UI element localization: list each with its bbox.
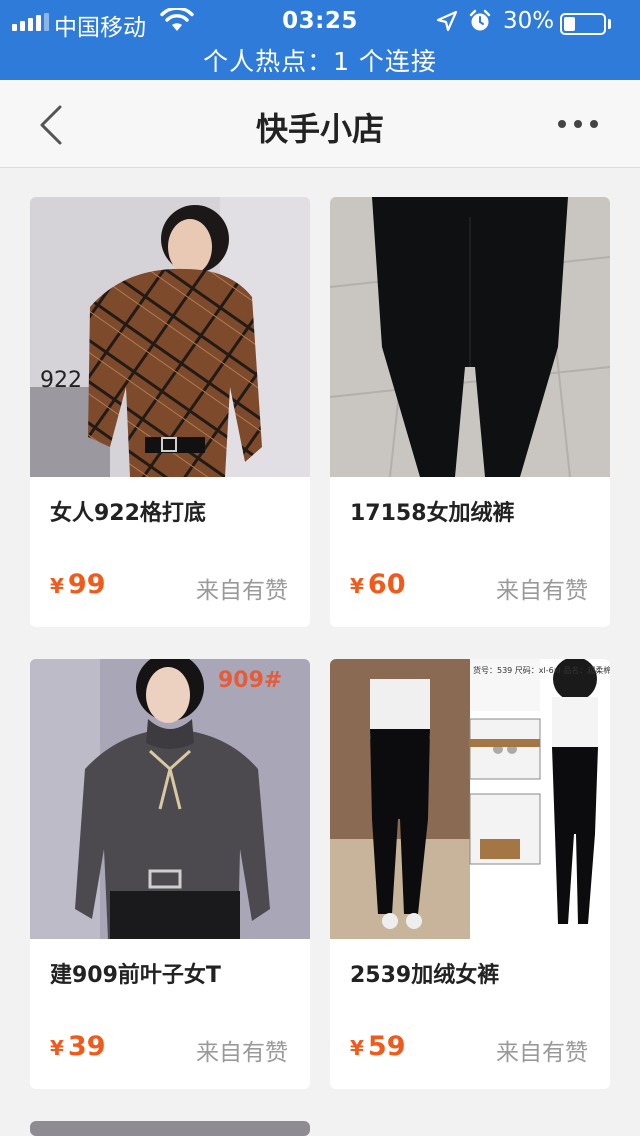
grey-top-icon[interactable]: 909# — [30, 659, 310, 939]
status-bar: 中国移动 03:25 30% 个人热点：1 个连接 — [0, 0, 640, 80]
currency-symbol: ¥ — [50, 1036, 64, 1060]
product-price: ¥60 — [350, 569, 406, 600]
nav-bar: 快手小店 — [0, 80, 640, 168]
product-source: 来自有赞 — [196, 1040, 288, 1066]
product-card[interactable]: 909# 建909前叶子女T ¥39 来自有赞 — [30, 659, 310, 1089]
product-source: 来自有赞 — [496, 1040, 588, 1066]
product-source: 来自有赞 — [496, 578, 588, 604]
alarm-clock-icon — [469, 9, 491, 31]
product-source: 来自有赞 — [196, 578, 288, 604]
more-options-icon[interactable] — [558, 120, 598, 128]
battery-percent: 30% — [503, 8, 555, 34]
product-name[interactable]: 17158女加绒裤 — [350, 495, 515, 527]
product-name[interactable]: 2539加绒女裤 — [350, 957, 499, 989]
product-image-partial — [30, 1121, 310, 1136]
product-card-partial[interactable] — [30, 1121, 310, 1136]
product-price: ¥59 — [350, 1031, 406, 1062]
product-card[interactable]: 17158女加绒裤 ¥60 来自有赞 — [330, 197, 610, 627]
product-price: ¥99 — [50, 569, 106, 600]
product-image-label: 货号：539 尺码：xl-6xl 品名：超柔棉裤 — [473, 665, 610, 675]
product-price: ¥39 — [50, 1031, 106, 1062]
price-value: 99 — [67, 569, 106, 600]
product-card[interactable]: 922 女人922格打底 ¥99 来自有赞 — [30, 197, 310, 627]
currency-symbol: ¥ — [350, 1036, 364, 1060]
hotspot-banner[interactable]: 个人热点：1 个连接 — [0, 42, 640, 78]
product-name[interactable]: 女人922格打底 — [50, 495, 206, 527]
location-arrow-icon — [436, 10, 458, 32]
product-card[interactable]: 货号：539 尺码：xl-6xl 品名：超柔棉裤 2539加绒女裤 ¥59 来自… — [330, 659, 610, 1089]
price-value: 59 — [367, 1031, 406, 1062]
product-image-label: 909# — [218, 668, 282, 693]
battery-icon — [560, 13, 606, 35]
price-value: 60 — [367, 569, 406, 600]
plaid-top-icon[interactable]: 922 — [30, 197, 310, 477]
fleece-pants-collage-icon[interactable]: 货号：539 尺码：xl-6xl 品名：超柔棉裤 — [330, 659, 610, 939]
product-name[interactable]: 建909前叶子女T — [50, 957, 221, 989]
currency-symbol: ¥ — [50, 574, 64, 598]
black-pants-icon[interactable] — [330, 197, 610, 477]
product-image-label: 922 — [40, 368, 82, 393]
price-value: 39 — [67, 1031, 106, 1062]
battery-cap — [608, 19, 611, 29]
currency-symbol: ¥ — [350, 574, 364, 598]
battery-level-fill — [564, 17, 575, 31]
page-title: 快手小店 — [255, 110, 384, 148]
